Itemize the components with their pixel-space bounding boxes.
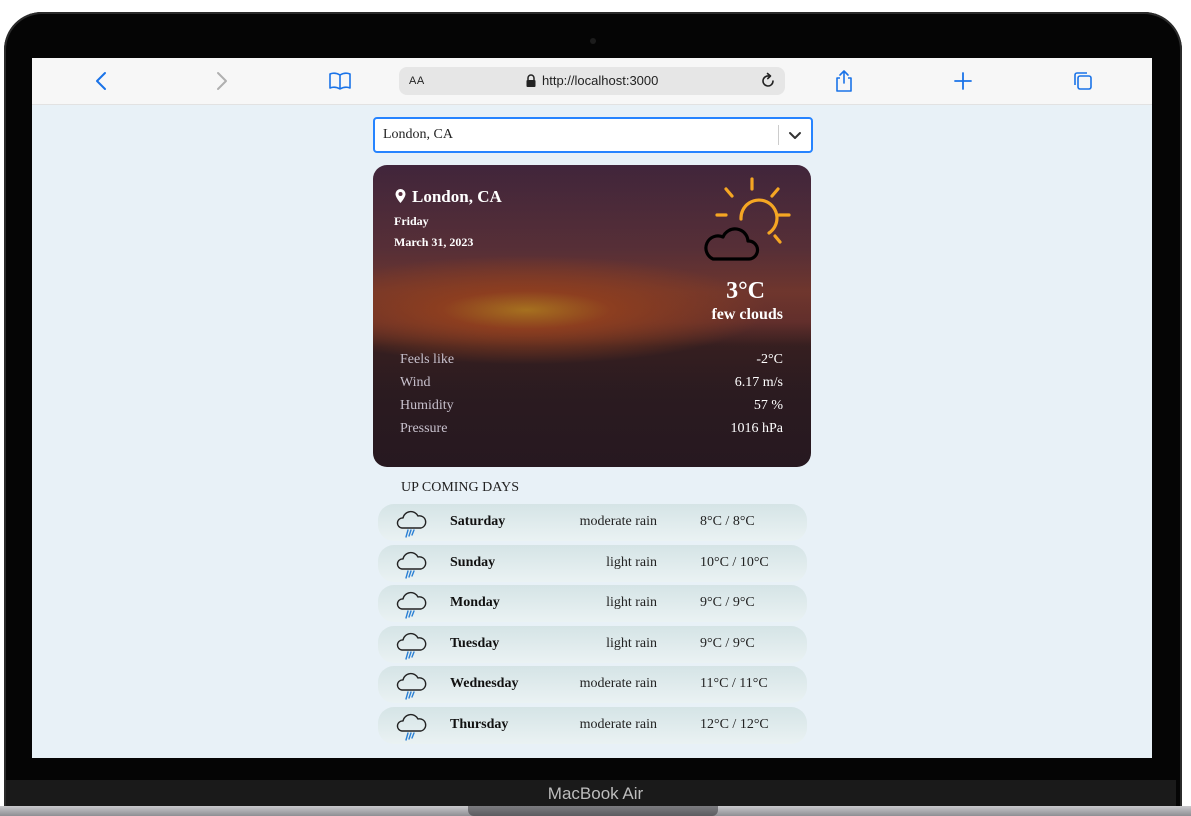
weather-details: Feels like -2°C Wind 6.17 m/s Humidity 5… bbox=[400, 352, 783, 444]
forecast-temp: 8°C / 8°C bbox=[700, 514, 755, 529]
rain-cloud-icon bbox=[396, 510, 427, 538]
select-separator bbox=[778, 125, 779, 145]
location-pin-icon bbox=[395, 189, 406, 203]
chevron-down-icon[interactable] bbox=[787, 127, 803, 143]
detail-humidity: Humidity 57 % bbox=[400, 398, 783, 421]
forecast-description: light rain bbox=[606, 595, 657, 611]
current-temperature: 3°C bbox=[726, 278, 765, 304]
detail-label: Pressure bbox=[400, 421, 448, 436]
forecast-row[interactable]: Wednesday moderate rain 11°C / 11°C bbox=[378, 666, 807, 704]
forecast-row[interactable]: Sunday light rain 10°C / 10°C bbox=[378, 544, 807, 582]
detail-value: 1016 hPa bbox=[730, 421, 784, 436]
forecast-day: Tuesday bbox=[450, 635, 500, 651]
forecast-row[interactable]: Saturday moderate rain 8°C / 8°C bbox=[378, 504, 807, 541]
forecast-description: moderate rain bbox=[579, 716, 657, 732]
location: London, CA bbox=[395, 187, 502, 207]
forecast-temp: 11°C / 11°C bbox=[700, 676, 768, 692]
forward-icon[interactable] bbox=[209, 69, 233, 93]
forecast-day: Wednesday bbox=[450, 676, 519, 692]
detail-label: Humidity bbox=[400, 398, 454, 413]
bookmarks-icon[interactable] bbox=[328, 69, 352, 93]
forecast-description: moderate rain bbox=[579, 676, 657, 692]
new-tab-icon[interactable] bbox=[951, 69, 975, 93]
rain-cloud-icon bbox=[396, 632, 427, 660]
camera bbox=[590, 38, 596, 44]
reader-mode-button[interactable]: AA bbox=[409, 75, 425, 87]
back-icon[interactable] bbox=[90, 69, 114, 93]
forecast-description: light rain bbox=[606, 635, 657, 651]
forecast-list: Saturday moderate rain 8°C / 8°C Sunday … bbox=[378, 504, 807, 748]
forecast-description: light rain bbox=[606, 554, 657, 570]
forecast-title: UP COMING DAYS bbox=[401, 480, 519, 495]
detail-value: 57 % bbox=[753, 398, 783, 413]
address-bar[interactable]: AA http://localhost:3000 bbox=[399, 67, 785, 95]
tabs-overview-icon[interactable] bbox=[1071, 69, 1095, 93]
share-icon[interactable] bbox=[832, 69, 856, 93]
current-date: March 31, 2023 bbox=[394, 235, 474, 249]
forecast-description: moderate rain bbox=[579, 514, 657, 529]
forecast-day: Monday bbox=[450, 595, 500, 611]
city-select[interactable]: London, CA bbox=[373, 117, 813, 153]
rain-cloud-icon bbox=[396, 592, 427, 619]
partly-cloudy-sun-icon bbox=[704, 177, 791, 261]
forecast-temp: 9°C / 9°C bbox=[700, 595, 755, 611]
current-weather-card: London, CA Friday March 31, 2023 3°C few… bbox=[373, 165, 811, 467]
detail-label: Wind bbox=[400, 375, 431, 390]
forecast-day: Thursday bbox=[450, 716, 509, 732]
current-day: Friday bbox=[394, 214, 429, 228]
laptop-notch bbox=[468, 806, 718, 816]
device-label: MacBook Air bbox=[547, 784, 644, 803]
url-text: http://localhost:3000 bbox=[542, 73, 659, 88]
detail-label: Feels like bbox=[400, 352, 455, 367]
rain-cloud-icon bbox=[396, 551, 427, 579]
detail-value: 6.17 m/s bbox=[734, 375, 783, 390]
forecast-row[interactable]: Tuesday light rain 9°C / 9°C bbox=[378, 625, 807, 663]
browser-toolbar: AA http://localhost:3000 bbox=[32, 58, 1152, 105]
forecast-row[interactable]: Monday light rain 9°C / 9°C bbox=[378, 585, 807, 623]
location-label: London, CA bbox=[412, 187, 502, 206]
forecast-day: Saturday bbox=[450, 514, 506, 529]
lock-icon bbox=[526, 74, 536, 87]
detail-wind: Wind 6.17 m/s bbox=[400, 375, 783, 398]
detail-value: -2°C bbox=[756, 352, 783, 367]
forecast-temp: 12°C / 12°C bbox=[700, 716, 769, 732]
forecast-temp: 10°C / 10°C bbox=[700, 554, 769, 570]
forecast-temp: 9°C / 9°C bbox=[700, 635, 755, 651]
current-description: few clouds bbox=[711, 306, 783, 323]
forecast-day: Sunday bbox=[450, 554, 496, 570]
detail-feels-like: Feels like -2°C bbox=[400, 352, 783, 375]
selected-city: London, CA bbox=[383, 127, 453, 142]
reload-icon[interactable] bbox=[758, 71, 778, 91]
forecast-row[interactable]: Thursday moderate rain 12°C / 12°C bbox=[378, 706, 807, 744]
screen: AA http://localhost:3000 London, CA Lond… bbox=[32, 58, 1152, 758]
rain-cloud-icon bbox=[396, 713, 427, 741]
detail-pressure: Pressure 1016 hPa bbox=[400, 421, 783, 444]
rain-cloud-icon bbox=[396, 673, 427, 701]
